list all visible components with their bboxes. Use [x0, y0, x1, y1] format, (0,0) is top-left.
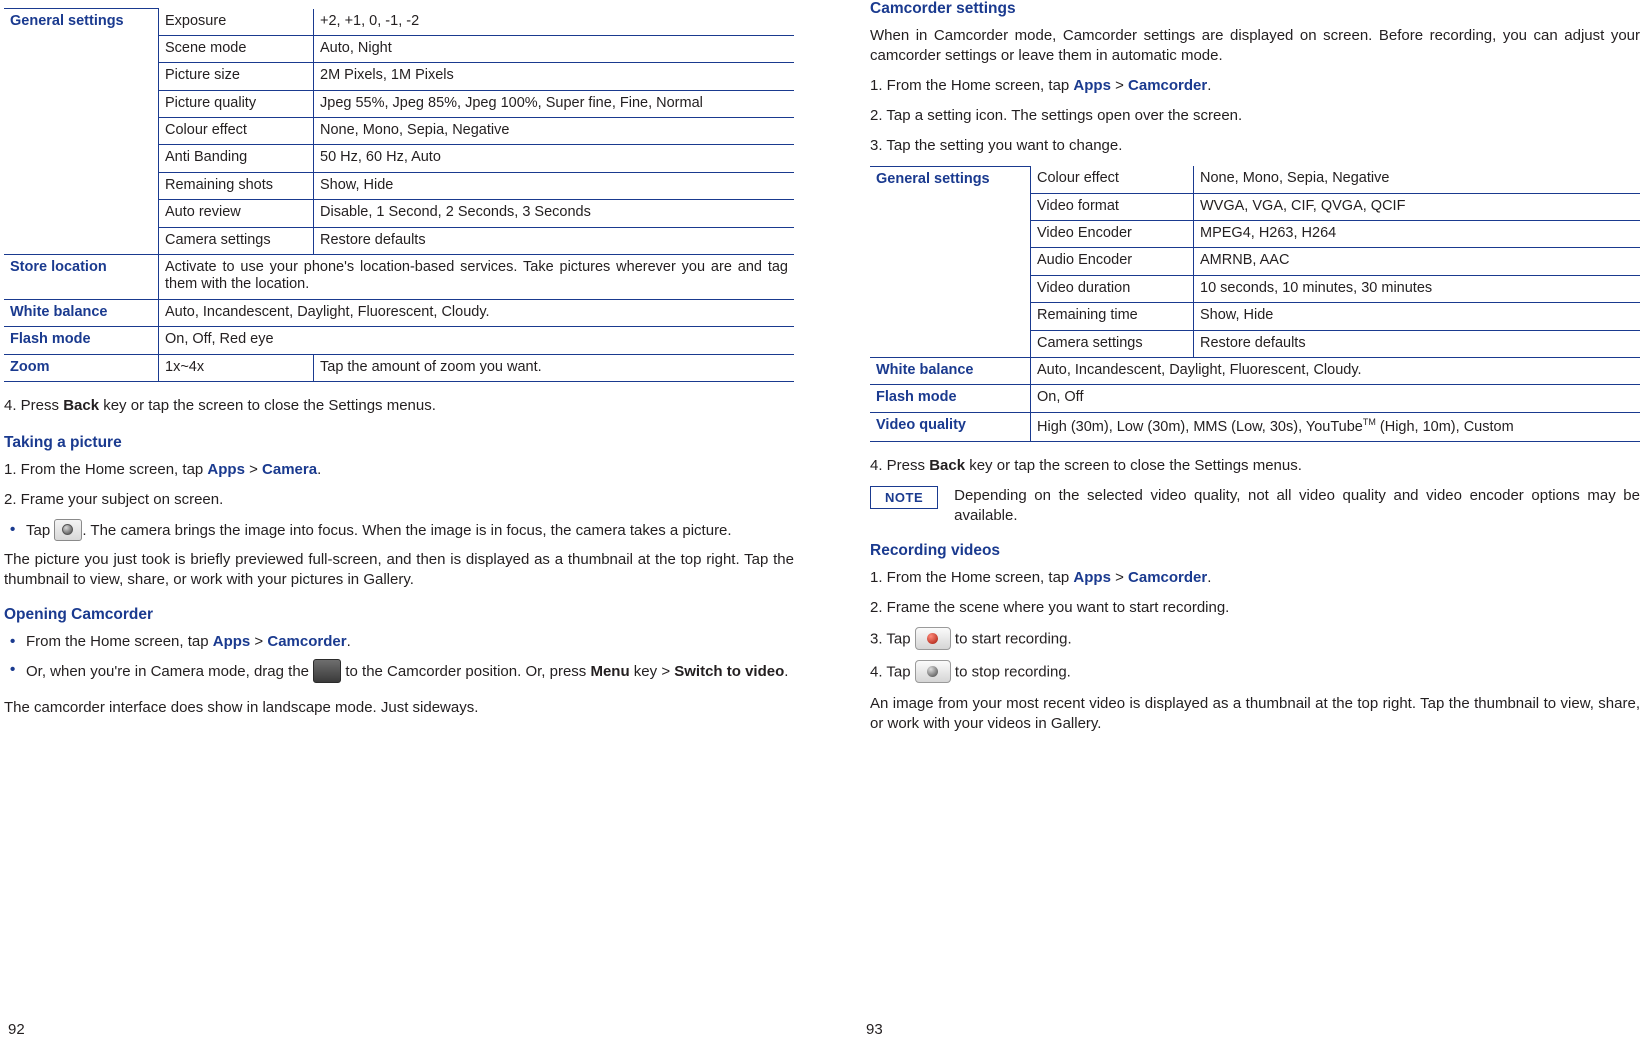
record-button-icon	[914, 626, 951, 650]
setting-name: Scene mode	[158, 35, 314, 64]
table-row-flash-mode: Flash mode On, Off	[870, 384, 1640, 413]
opening-camcorder-heading: Opening Camcorder	[4, 605, 153, 623]
manual-page-spread: General settings Exposure +2, +1, 0, -1,…	[0, 0, 1647, 1048]
table-row: General settings Exposure +2, +1, 0, -1,…	[4, 7, 794, 255]
taking-a-picture-heading: Taking a picture	[4, 433, 122, 451]
bullet-marker: •	[10, 632, 16, 650]
recording-step-1: 1. From the Home screen, tap Apps > Camc…	[870, 568, 1212, 586]
left-page-column: General settings Exposure +2, +1, 0, -1,…	[0, 0, 794, 728]
bullet-marker: •	[10, 660, 16, 678]
zoom-range: 1x~4x	[158, 353, 314, 382]
camera-settings-table: General settings Exposure +2, +1, 0, -1,…	[4, 7, 794, 382]
store-location-value: Activate to use your phone's location-ba…	[158, 254, 794, 300]
setting-value: MPEG4, H263, H264	[1193, 220, 1640, 249]
setting-name: Video format	[1030, 193, 1194, 221]
recording-thumbnail-paragraph: An image from your most recent video is …	[870, 694, 1640, 732]
table-row-flash-mode: Flash mode On, Off, Red eye	[4, 326, 794, 355]
setting-name: Remaining time	[1030, 302, 1194, 331]
camcorder-settings-table: General settings Colour effect None, Mon…	[870, 165, 1640, 442]
table-row: General settings Colour effect None, Mon…	[870, 165, 1640, 358]
opening-camcorder-bullet-2: • Or, when you're in Camera mode, drag t…	[4, 658, 794, 684]
recording-step-4: 4. Tap to stop recording.	[870, 659, 1640, 684]
setting-name: Picture quality	[158, 90, 314, 119]
white-balance-value: Auto, Incandescent, Daylight, Fluorescen…	[158, 298, 794, 328]
camcorder-step-1: 1. From the Home screen, tap Apps > Camc…	[870, 76, 1212, 94]
setting-name: Audio Encoder	[1030, 247, 1194, 276]
flash-mode-value: On, Off, Red eye	[158, 326, 794, 355]
recording-step-3: 3. Tap to start recording.	[870, 626, 1640, 651]
setting-name: Camera settings	[158, 227, 314, 256]
setting-name: Video duration	[1030, 275, 1194, 304]
flash-mode-label: Flash mode	[4, 326, 159, 355]
setting-name: Picture size	[158, 62, 314, 91]
camera-general-settings-label: General settings	[4, 7, 159, 255]
setting-value: Restore defaults	[313, 227, 794, 256]
page-number-right: 93	[866, 1021, 883, 1038]
bullet-marker: •	[10, 520, 16, 538]
note-text: Depending on the selected video quality,…	[954, 486, 1640, 524]
camcorder-settings-intro: When in Camcorder mode, Camcorder settin…	[870, 27, 1640, 64]
setting-value: Jpeg 55%, Jpeg 85%, Jpeg 100%, Super fin…	[313, 90, 794, 119]
table-row-video-quality: Video quality High (30m), Low (30m), MMS…	[870, 411, 1640, 442]
camcorder-general-settings-label: General settings	[870, 165, 1031, 358]
note-block: NOTE Depending on the selected video qua…	[870, 485, 1640, 526]
setting-name: Colour effect	[158, 117, 314, 146]
camcorder-interface-paragraph: The camcorder interface does show in lan…	[4, 698, 479, 716]
picture-preview-paragraph: The picture you just took is briefly pre…	[4, 550, 794, 588]
taking-picture-step-1: 1. From the Home screen, tap Apps > Came…	[4, 460, 322, 478]
table-row-store-location: Store location Activate to use your phon…	[4, 254, 794, 300]
stop-button-icon	[914, 659, 951, 683]
zoom-label: Zoom	[4, 353, 159, 382]
white-balance-label: White balance	[4, 298, 159, 328]
white-balance-label: White balance	[870, 356, 1031, 386]
store-location-label: Store location	[4, 254, 159, 300]
setting-value: 10 seconds, 10 minutes, 30 minutes	[1193, 275, 1640, 304]
flash-mode-value: On, Off	[1030, 384, 1640, 413]
right-page-column: Camcorder settings When in Camcorder mod…	[860, 0, 1640, 743]
setting-name: Video Encoder	[1030, 220, 1194, 249]
table-row-zoom: Zoom 1x~4x Tap the amount of zoom you wa…	[4, 353, 794, 382]
setting-value: AMRNB, AAC	[1193, 247, 1640, 276]
setting-value: Disable, 1 Second, 2 Seconds, 3 Seconds	[313, 199, 794, 228]
table-row-white-balance: White balance Auto, Incandescent, Daylig…	[4, 298, 794, 328]
page-number-left: 92	[8, 1021, 25, 1038]
camcorder-settings-heading: Camcorder settings	[870, 0, 1016, 17]
camcorder-close-settings-step: 4. Press Back key or tap the screen to c…	[870, 456, 1302, 474]
white-balance-value: Auto, Incandescent, Daylight, Fluorescen…	[1030, 356, 1640, 386]
setting-name: Auto review	[158, 199, 314, 228]
video-quality-label: Video quality	[870, 411, 1031, 442]
setting-name: Anti Banding	[158, 144, 314, 173]
camcorder-step-3: 3. Tap the setting you want to change.	[870, 136, 1123, 154]
taking-picture-step-2: 2. Frame your subject on screen.	[4, 490, 224, 508]
close-settings-step: 4. Press Back key or tap the screen to c…	[4, 396, 436, 414]
setting-value: None, Mono, Sepia, Negative	[1193, 166, 1640, 194]
table-row-white-balance: White balance Auto, Incandescent, Daylig…	[870, 356, 1640, 386]
setting-value: 2M Pixels, 1M Pixels	[313, 62, 794, 91]
setting-value: Restore defaults	[1193, 330, 1640, 358]
setting-name: Remaining shots	[158, 172, 314, 201]
setting-value: 50 Hz, 60 Hz, Auto	[313, 144, 794, 173]
setting-name: Colour effect	[1030, 166, 1194, 194]
setting-name: Camera settings	[1030, 330, 1194, 358]
mode-switch-icon	[313, 658, 342, 683]
recording-step-2: 2. Frame the scene where you want to sta…	[870, 598, 1230, 616]
shutter-button-icon	[54, 518, 83, 541]
setting-value: WVGA, VGA, CIF, QVGA, QCIF	[1193, 193, 1640, 221]
flash-mode-label: Flash mode	[870, 384, 1031, 413]
note-badge: NOTE	[870, 485, 939, 509]
setting-value: Show, Hide	[1193, 302, 1640, 331]
setting-value: Show, Hide	[313, 172, 794, 201]
recording-videos-heading: Recording videos	[870, 541, 1001, 559]
setting-value: None, Mono, Sepia, Negative	[313, 117, 794, 146]
zoom-value: Tap the amount of zoom you want.	[313, 353, 794, 382]
setting-name: Exposure	[158, 8, 314, 36]
video-quality-value: High (30m), Low (30m), MMS (Low, 30s), Y…	[1030, 411, 1640, 442]
setting-value: Auto, Night	[313, 35, 794, 64]
opening-camcorder-bullet-1: • From the Home screen, tap Apps > Camco…	[10, 632, 351, 650]
camcorder-step-2: 2. Tap a setting icon. The settings open…	[870, 106, 1243, 124]
setting-value: +2, +1, 0, -1, -2	[313, 8, 794, 36]
taking-picture-bullet: • Tap . The camera brings the image into…	[4, 518, 794, 542]
